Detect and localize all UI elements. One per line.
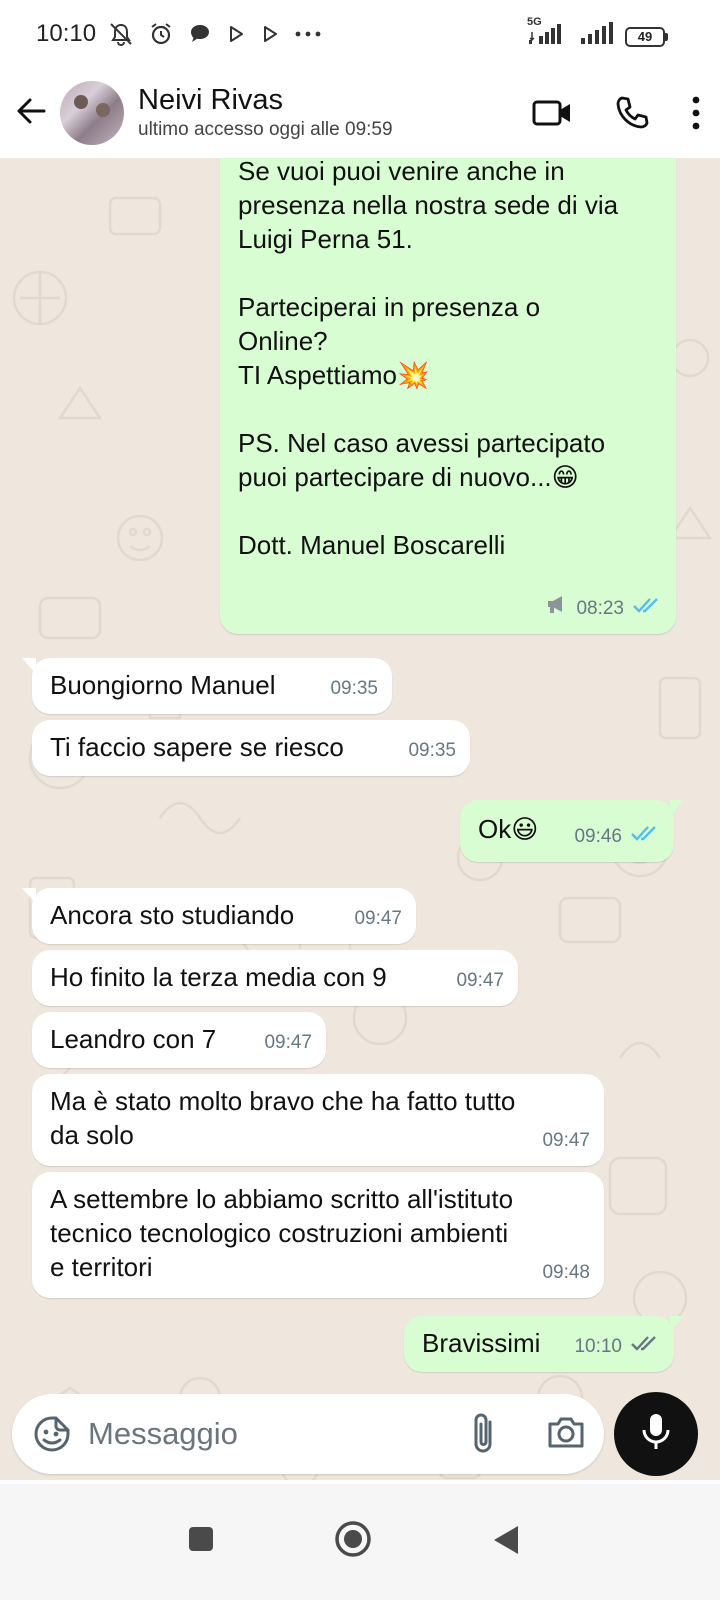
chat-header: Neivi Rivas ultimo accesso oggi alle 09:… [0,68,720,158]
message-text: A settembre lo abbiamo scritto all'istit… [50,1184,514,1282]
microphone-icon [641,1412,671,1457]
message-meta: 09:47 [542,1124,590,1158]
back-button[interactable] [2,83,60,143]
message-time: 09:48 [542,1262,590,1283]
message-time: 09:47 [542,1130,590,1151]
status-time: 10:10 [36,20,97,47]
message-time: 09:46 [574,826,622,847]
message-time: 09:47 [264,1032,312,1053]
message-bubble-outgoing[interactable]: Bravissimi 10:10 [404,1316,684,1372]
avatar[interactable] [60,81,124,145]
paperclip-icon[interactable] [468,1412,500,1461]
message-text: Buongiorno Manuel [50,670,276,700]
message-meta: 09:47 [264,1026,312,1060]
battery-level: 49 [625,26,665,47]
message-text: Ho finito la terza media con 9 [50,962,387,992]
message-bubble-incoming[interactable]: Ma è stato molto bravo che ha fatto tutt… [32,1074,604,1166]
message-text: Ancora sto studiando [50,900,295,930]
message-meta: 09:47 [456,964,504,998]
broadcast-megaphone-icon [546,592,568,626]
message-bubble-incoming[interactable]: A settembre lo abbiamo scritto all'istit… [32,1172,604,1298]
message-bubble-incoming[interactable]: Leandro con 7 09:47 [32,1012,326,1068]
message-text: Ok😃 [478,814,539,844]
more-vert-icon[interactable] [690,95,702,131]
last-seen-status: ultimo accesso oggi alle 09:59 [138,119,393,140]
more-dots-icon [294,29,322,39]
message-time: 09:35 [330,678,378,699]
phone-icon[interactable] [614,95,650,131]
message-meta: 09:35 [408,734,456,768]
message-meta: 09:46 [574,820,660,854]
status-right-icons: 5G 49 [527,16,668,51]
microphone-button[interactable] [614,1392,698,1476]
header-actions [532,68,702,158]
chat-bubble-icon [188,22,212,46]
message-meta: 08:23 [546,592,662,626]
back-triangle-icon[interactable] [492,1524,520,1556]
message-time: 09:47 [456,970,504,991]
message-meta: 09:35 [330,672,378,706]
read-ticks-icon [630,820,660,854]
status-bar: 10:10 5G 49 [0,0,720,68]
message-text: Leandro con 7 [50,1024,217,1054]
camera-icon[interactable] [546,1414,586,1457]
battery-icon: 49 [625,26,668,47]
message-bubble-outgoing[interactable]: Ok😃 09:46 [460,800,684,862]
message-text: Se vuoi puoi venire anche in presenza ne… [238,158,619,560]
message-bubble-incoming[interactable]: Ancora sto studiando 09:47 [22,888,416,944]
chat-area[interactable]: Se vuoi puoi venire anche in presenza ne… [0,158,720,1480]
video-call-icon[interactable] [532,97,572,129]
message-bubble-incoming[interactable]: Ti faccio sapere se riesco 09:35 [32,720,470,776]
message-time: 10:10 [574,1336,622,1357]
message-text: Bravissimi [422,1328,541,1358]
contact-name: Neivi Rivas [138,84,284,116]
network-type-label: 5G [527,16,542,28]
alarm-icon [148,21,174,47]
read-ticks-icon [632,592,662,626]
message-time: 08:23 [576,598,624,619]
message-bubble-incoming[interactable]: Ho finito la terza media con 9 09:47 [32,950,518,1006]
play-icon [260,24,280,44]
system-nav-bar [0,1484,720,1600]
contact-info[interactable]: Neivi Rivas ultimo accesso oggi alle 09:… [138,83,393,143]
message-text: Ma è stato molto bravo che ha fatto tutt… [50,1086,516,1150]
message-bubble-incoming[interactable]: Buongiorno Manuel 09:35 [22,658,392,714]
recents-square-icon[interactable] [188,1526,214,1552]
message-meta: 09:47 [354,902,402,936]
message-meta: 10:10 [574,1330,660,1364]
signal-icon: 5G [527,16,569,51]
message-time: 09:35 [408,740,456,761]
message-input[interactable] [88,1410,448,1458]
home-circle-icon[interactable] [334,1520,372,1558]
back-arrow-icon [14,94,48,133]
message-meta: 09:48 [542,1256,590,1290]
mute-alarm-icon [108,21,134,47]
emoji-sticker-icon[interactable] [32,1414,72,1459]
message-text: Ti faccio sapere se riesco [50,732,344,762]
delivered-ticks-icon [630,1330,660,1364]
message-composer [12,1394,604,1474]
message-time: 09:47 [354,908,402,929]
signal-icon [579,22,615,51]
status-notification-icons [108,21,322,47]
message-bubble-outgoing[interactable]: Se vuoi puoi venire anche in presenza ne… [220,158,676,634]
play-icon [226,24,246,44]
